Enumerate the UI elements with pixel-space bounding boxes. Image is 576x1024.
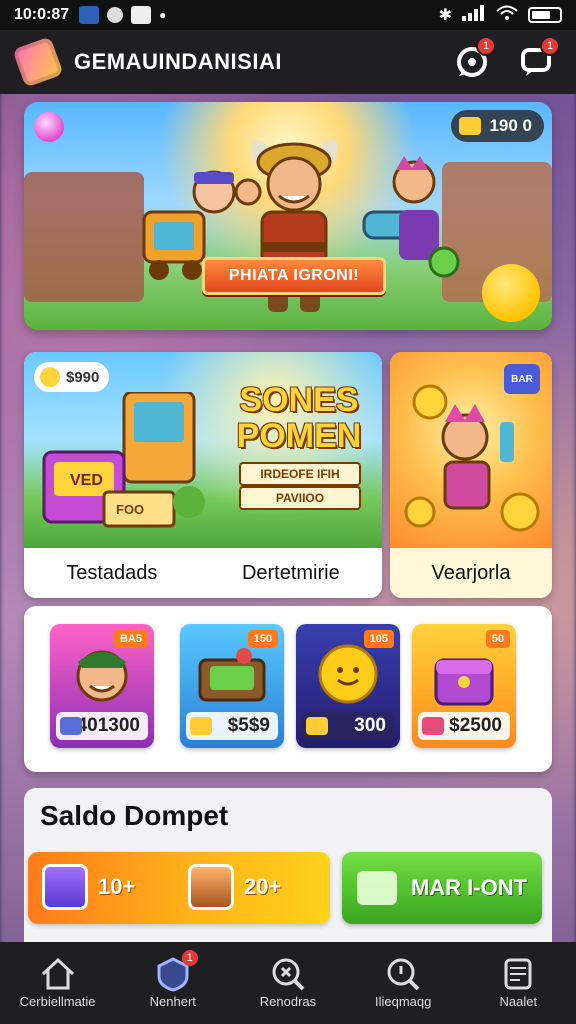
bottom-navigation: Cerbiellmatie 1 Nenhert Renodras Ilieqma… xyxy=(0,942,576,1024)
nav-label-search: Renodras xyxy=(259,994,317,1009)
promo-left-caption-left[interactable]: Testadads xyxy=(66,562,157,585)
app-title: GEMAUINDANISIAI xyxy=(74,49,282,74)
hero-cta-button[interactable]: PHIATA IGRONI! xyxy=(202,257,386,295)
shop-section: BA5 401300 150 $5$9 105 300 50 $2500 xyxy=(24,606,552,772)
app-header: GEMAUINDANISIAI 1 1 xyxy=(0,30,576,94)
home-icon xyxy=(41,957,74,990)
nav-item-wallet[interactable]: Naalet xyxy=(463,954,573,1009)
shop-item-1[interactable]: BA5 401300 xyxy=(50,624,154,748)
hero-coin-value: 190 0 xyxy=(489,116,532,135)
hero-coin-counter: 190 0 xyxy=(451,110,544,142)
treasure-chest-icon xyxy=(434,658,494,706)
nav-item-shield[interactable]: 1 Nenhert xyxy=(118,950,228,1009)
notification-button[interactable]: 1 xyxy=(452,36,496,82)
shop-item-2-tag: 150 xyxy=(247,630,278,648)
house-left xyxy=(24,172,144,302)
promo-sub-banner-2: PAVIIOO xyxy=(239,486,361,510)
coin-icon xyxy=(306,717,328,735)
sign-label: FOO xyxy=(116,502,145,517)
nav-label-home: Cerbiellmatie xyxy=(19,994,96,1009)
wifi-icon xyxy=(496,5,518,26)
wallet-value-1: 10+ xyxy=(98,874,136,899)
gem-icon xyxy=(422,717,444,735)
promo-title-line1: SONES xyxy=(239,381,359,419)
nav-label-wallet: Naalet xyxy=(499,994,538,1009)
nav-item-home[interactable]: Cerbiellmatie xyxy=(3,954,113,1009)
promo-right-caption: Vearjorla xyxy=(390,548,552,598)
promo-left-chip-value: $990 xyxy=(66,368,100,386)
shop-item-3[interactable]: 105 300 xyxy=(296,624,400,748)
game-board-icon xyxy=(198,648,266,702)
promo-card-right[interactable]: BAR Vearjorla xyxy=(390,352,552,598)
wallet-title: Saldo Dompet xyxy=(40,800,229,831)
promo-title-line2: POMEN xyxy=(236,417,362,455)
coin-icon xyxy=(40,367,60,387)
smiley-icon xyxy=(482,264,540,322)
wallet-action-button[interactable]: MAR I-ONT xyxy=(342,852,542,924)
nav-badge: 1 xyxy=(181,950,198,966)
shop-item-2[interactable]: 150 $5$9 xyxy=(180,624,284,748)
wallet-avatar-1 xyxy=(42,864,88,910)
smiley-coin-icon xyxy=(318,644,378,704)
nav-item-search[interactable]: Renodras xyxy=(233,954,343,1009)
promo-left-caption-right[interactable]: Dertetmirie xyxy=(242,562,340,585)
promo-right-art: BAR xyxy=(390,352,552,548)
warrior-avatar-icon xyxy=(76,650,128,702)
promo-card-left[interactable]: VED FOO $990 SONES POMEN IRDEOFE IFIH PA… xyxy=(24,352,382,598)
shop-item-3-tag: 105 xyxy=(363,630,394,648)
arcade-machine-illustration xyxy=(42,392,205,528)
notification-badge: 1 xyxy=(476,36,496,56)
hero-banner[interactable]: PHIATA IGRONI! 190 0 xyxy=(24,102,552,330)
shop-item-4[interactable]: 50 $2500 xyxy=(412,624,516,748)
app-logo xyxy=(12,36,64,88)
promo-right-screen: BAR xyxy=(504,364,540,394)
dot-icon: ● xyxy=(159,8,167,22)
nav-label-shield: Nenhert xyxy=(149,994,196,1009)
status-time: 10:0:87 xyxy=(14,6,70,23)
gem-icon xyxy=(60,717,82,735)
shop-item-1-tag: BA5 xyxy=(113,630,148,648)
message-icon xyxy=(79,6,100,24)
wallet-section: Saldo Dompet 10+ 20+ MAR I-ONT xyxy=(24,788,552,958)
wallet-avatar-2 xyxy=(188,864,234,910)
wallet-icon xyxy=(504,958,532,990)
promo-left-art: VED FOO $990 SONES POMEN IRDEOFE IFIH PA… xyxy=(24,352,382,548)
record-icon xyxy=(107,7,124,23)
gem-icon xyxy=(34,112,64,142)
signal-icon xyxy=(462,4,486,26)
status-bar: 10:0:87 ● ✱ xyxy=(0,0,576,30)
bluetooth-icon: ✱ xyxy=(438,7,452,24)
wallet-value-2: 20+ xyxy=(244,874,282,899)
gallery-icon xyxy=(131,6,152,24)
tablet-label: VED xyxy=(70,472,103,489)
nav-label-magnifier: Ilieqmaqg xyxy=(374,994,432,1009)
chat-button[interactable]: 1 xyxy=(516,36,560,82)
coin-icon xyxy=(190,717,212,735)
wallet-action-label: MAR I-ONT xyxy=(410,875,528,900)
promo-title: SONES POMEN xyxy=(224,382,374,454)
coin-chest-icon xyxy=(459,117,482,135)
wallet-balance-panel[interactable]: 10+ 20+ xyxy=(28,852,330,924)
search-icon xyxy=(272,958,305,991)
battery-icon xyxy=(528,7,562,23)
nav-item-magnifier[interactable]: Ilieqmaqg xyxy=(348,954,458,1009)
money-stack-icon xyxy=(356,871,397,905)
promo-left-caption: Testadads Dertetmirie xyxy=(24,548,382,598)
promo-left-chip: $990 xyxy=(34,362,110,392)
chat-badge: 1 xyxy=(540,36,560,56)
coin-hero-illustration xyxy=(404,384,540,532)
magnifier-icon xyxy=(387,958,420,991)
promo-sub-banner-1: IRDEOFE IFIH xyxy=(239,462,361,486)
shop-item-4-tag: 50 xyxy=(485,630,510,648)
